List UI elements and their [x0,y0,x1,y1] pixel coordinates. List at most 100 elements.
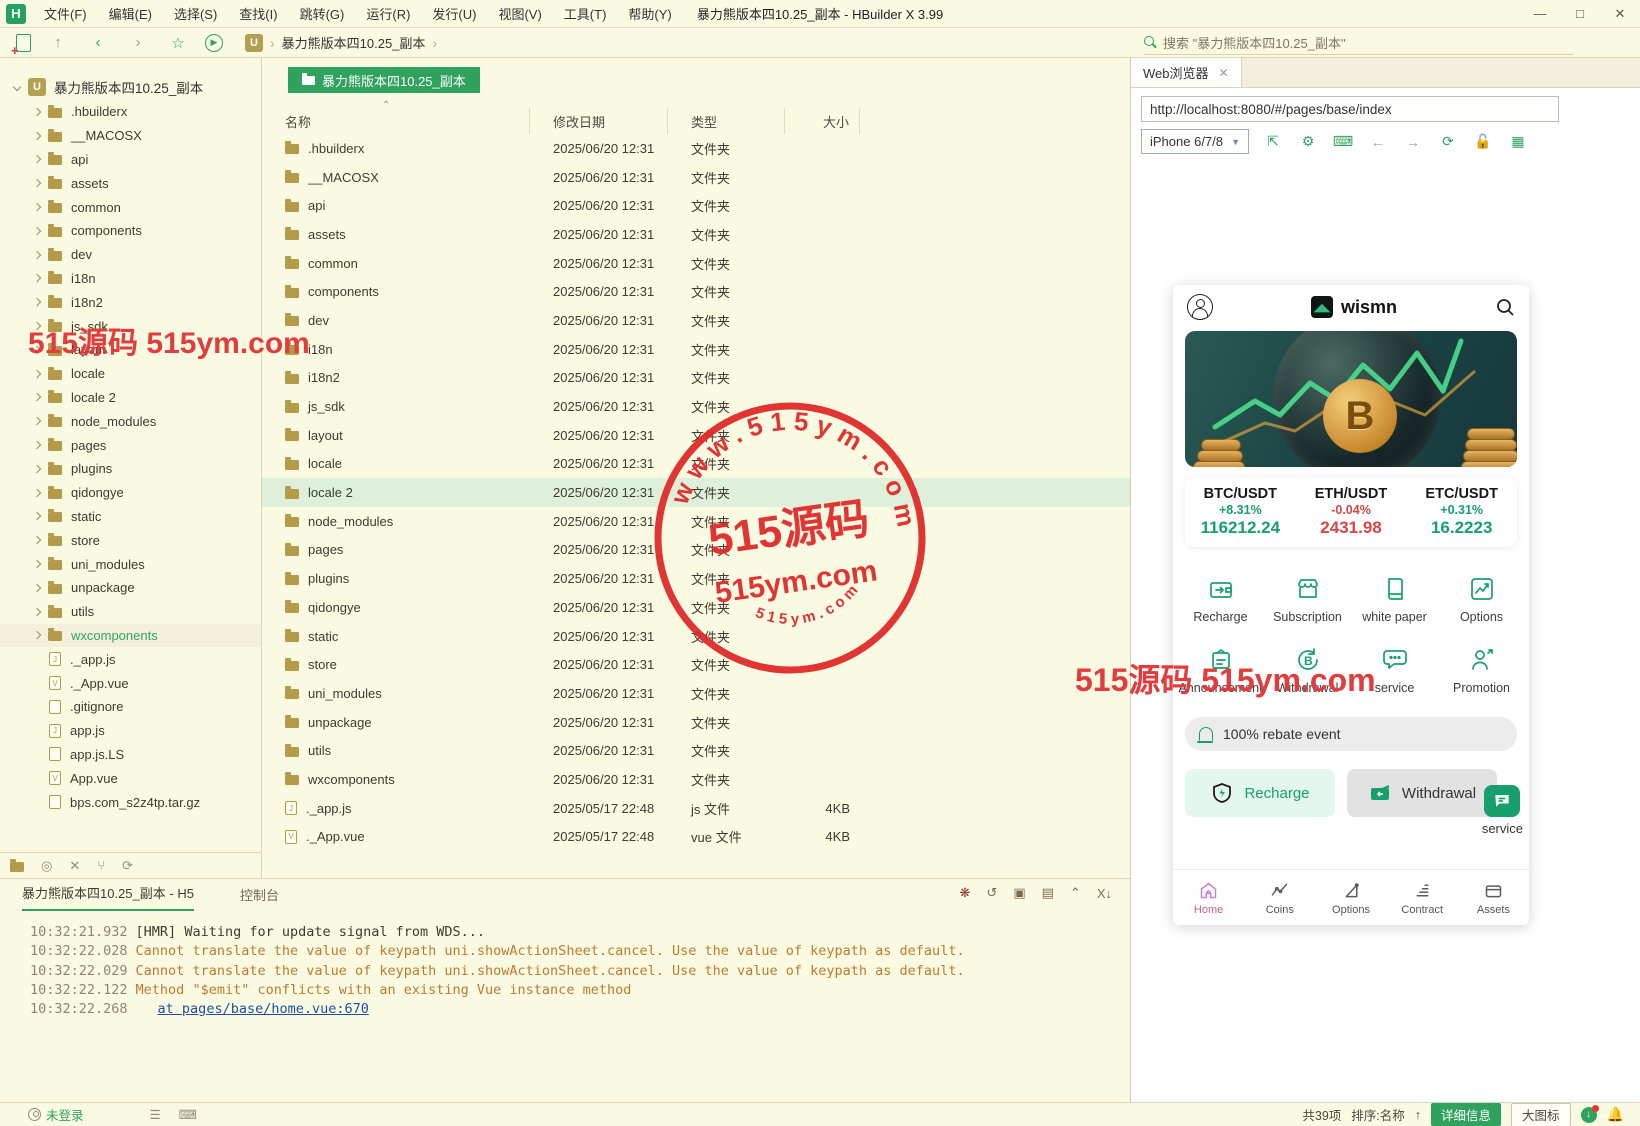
tab-coins[interactable]: Coins [1244,870,1315,925]
table-row[interactable]: V ._App.vue 2025/05/17 22:48 vue 文件 4KB [262,823,1130,852]
minimize-button[interactable]: — [1520,0,1560,27]
run-icon[interactable]: ▶ [205,34,223,52]
list-icon[interactable]: ☰ [150,1107,161,1122]
browser-tab[interactable]: Web浏览器 ✕ [1131,58,1242,87]
column-date[interactable]: 修改日期 [530,108,668,134]
collapse-icon[interactable]: ⌃ [1070,885,1081,901]
update-icon[interactable]: ↓ [1581,1107,1597,1123]
grid-item-service[interactable]: service [1351,634,1438,705]
tree-folder-item[interactable]: utils [0,600,261,624]
notification-bell-icon[interactable]: 🔔 [1607,1106,1624,1123]
git-branch-icon[interactable]: ⑂ [97,858,105,873]
menu-item[interactable]: 文件(F) [34,1,97,26]
tree-folder-item[interactable]: .hbuilderx [0,100,261,124]
nav-forward-icon[interactable]: → [1402,132,1424,152]
qrcode-icon[interactable]: ▦ [1507,132,1529,152]
menu-item[interactable]: 工具(T) [554,1,617,26]
explorer-tab[interactable]: 暴力熊版本四10.25_副本 [288,67,480,93]
tree-folder-item[interactable]: __MACOSX [0,124,261,148]
tree-folder-item[interactable]: assets [0,171,261,195]
tree-folder-item[interactable]: pages [0,433,261,457]
tree-folder-item[interactable]: i18n [0,267,261,291]
open-external-icon[interactable]: ⇱ [1262,132,1284,152]
forward-icon[interactable]: › [125,31,151,55]
menu-item[interactable]: 帮助(Y) [618,1,681,26]
sort-arrow-icon[interactable]: ↑ [1415,1108,1421,1122]
table-row[interactable]: api 2025/06/20 12:31 文件夹 [262,191,1130,220]
grid-item-options[interactable]: Options [1438,563,1525,634]
ticker-etc[interactable]: ETC/USDT +0.31% 16.2223 [1406,477,1517,547]
column-size[interactable]: 大小 [785,108,860,134]
table-row[interactable]: dev 2025/06/20 12:31 文件夹 [262,306,1130,335]
table-row[interactable]: layout 2025/06/20 12:31 文件夹 [262,421,1130,450]
table-row[interactable]: unpackage 2025/06/20 12:31 文件夹 [262,708,1130,737]
tree-folder-item[interactable]: node_modules [0,409,261,433]
tree-folder-item[interactable]: layout [0,338,261,362]
menu-item[interactable]: 运行(R) [356,1,420,26]
table-row[interactable]: plugins 2025/06/20 12:31 文件夹 [262,564,1130,593]
tab-options[interactable]: Options [1315,870,1386,925]
hero-banner-image[interactable]: B [1185,331,1517,467]
detail-view-button[interactable]: 详细信息 [1431,1103,1501,1126]
table-row[interactable]: i18n 2025/06/20 12:31 文件夹 [262,335,1130,364]
tree-file-item[interactable]: app.js.LS [0,743,261,767]
url-input[interactable] [1141,96,1559,122]
debug-bug-icon[interactable]: ❋ [960,885,971,901]
tree-folder-item[interactable]: dev [0,243,261,267]
tab-assets[interactable]: Assets [1458,870,1529,925]
large-icon-view-button[interactable]: 大图标 [1511,1103,1571,1126]
grid-item-announcement[interactable]: Announcement [1177,634,1264,705]
ticker-btc[interactable]: BTC/USDT +8.31% 116212.24 [1185,477,1296,547]
tree-file-item[interactable]: V ._App.vue [0,671,261,695]
menu-item[interactable]: 发行(U) [422,1,486,26]
table-row[interactable]: i18n2 2025/06/20 12:31 文件夹 [262,364,1130,393]
tree-folder-item[interactable]: components [0,219,261,243]
menu-item[interactable]: 查找(I) [229,1,287,26]
gear-icon[interactable]: ⚙ [1297,132,1319,152]
nav-back-icon[interactable]: ← [1367,132,1389,152]
star-icon[interactable]: ☆ [165,31,191,55]
grid-item-recharge[interactable]: Recharge [1177,563,1264,634]
tree-folder-item[interactable]: locale 2 [0,386,261,410]
clear-icon[interactable]: X↓ [1097,886,1112,901]
tree-folder-item[interactable]: static [0,505,261,529]
tab-home[interactable]: Home [1173,870,1244,925]
tree-folder-item[interactable]: store [0,528,261,552]
table-row[interactable]: store 2025/06/20 12:31 文件夹 [262,650,1130,679]
table-row[interactable]: wxcomponents 2025/06/20 12:31 文件夹 [262,765,1130,794]
ticker-eth[interactable]: ETH/USDT -0.04% 2431.98 [1296,477,1407,547]
explorer-icon[interactable] [10,862,24,872]
tree-folder-item[interactable]: common [0,195,261,219]
column-type[interactable]: 类型 [668,108,785,134]
table-row[interactable]: common 2025/06/20 12:31 文件夹 [262,249,1130,278]
up-arrow-icon[interactable]: ↑ [45,31,71,55]
grid-item-subscription[interactable]: Subscription [1264,563,1351,634]
export-icon[interactable]: ▤ [1042,885,1054,901]
table-row[interactable]: __MACOSX 2025/06/20 12:31 文件夹 [262,163,1130,192]
profile-avatar-icon[interactable] [1187,294,1213,320]
table-row[interactable]: pages 2025/06/20 12:31 文件夹 [262,536,1130,565]
lock-icon[interactable]: 🔓 [1472,132,1494,152]
reload-icon[interactable]: ⟳ [1437,132,1459,152]
tree-file-item[interactable]: .gitignore [0,695,261,719]
menu-item[interactable]: 选择(S) [164,1,227,26]
tree-file-item[interactable]: J ._app.js [0,647,261,671]
stop-icon[interactable]: ▣ [1013,885,1025,901]
tree-folder-item[interactable]: js_sdk [0,314,261,338]
search-files-icon[interactable]: ◎ [41,858,52,874]
tree-folder-item[interactable]: unpackage [0,576,261,600]
tree-folder-item[interactable]: i18n2 [0,290,261,314]
close-button[interactable]: ✕ [1600,0,1640,27]
restart-icon[interactable]: ↺ [986,885,997,901]
table-row[interactable]: .hbuilderx 2025/06/20 12:31 文件夹 [262,134,1130,163]
grid-item-whitepaper[interactable]: white paper [1351,563,1438,634]
tree-file-item[interactable]: bps.com_s2z4tp.tar.gz [0,790,261,814]
table-row[interactable]: components 2025/06/20 12:31 文件夹 [262,277,1130,306]
table-row[interactable]: node_modules 2025/06/20 12:31 文件夹 [262,507,1130,536]
tree-folder-item[interactable]: plugins [0,457,261,481]
devtools-icon[interactable]: ⌨ [1332,132,1354,152]
grid-item-promotion[interactable]: Promotion [1438,634,1525,705]
refresh-icon[interactable]: ⟳ [122,858,133,874]
table-row[interactable]: locale 2025/06/20 12:31 文件夹 [262,450,1130,479]
column-name[interactable]: 名称 ⌃ [262,108,530,134]
